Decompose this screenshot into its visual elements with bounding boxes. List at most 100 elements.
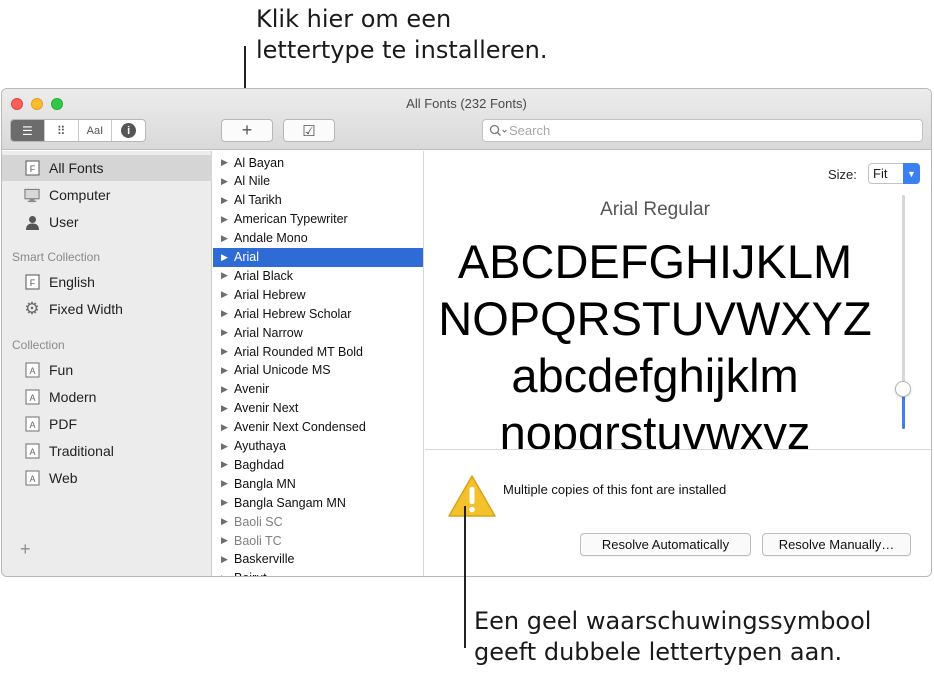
disclosure-triangle-icon[interactable]: ▶	[221, 384, 234, 395]
sample-line: ABCDEFGHIJKLM	[457, 235, 853, 288]
disclosure-triangle-icon[interactable]: ▶	[221, 346, 234, 357]
svg-text:A: A	[29, 447, 35, 457]
font-family-name: Bangla MN	[234, 476, 296, 491]
font-family-name: Al Tarikh	[234, 193, 282, 208]
svg-text:A: A	[29, 366, 35, 376]
font-family-name: Baghdad	[234, 457, 285, 472]
disclosure-triangle-icon[interactable]: ▶	[221, 214, 234, 225]
sidebar-item-computer[interactable]: Computer	[2, 182, 212, 208]
sidebar-item-user[interactable]: User	[2, 209, 212, 235]
font-family-row[interactable]: ▶ Arial Hebrew Scholar	[213, 304, 423, 323]
font-family-row[interactable]: ▶ Al Tarikh	[213, 191, 423, 210]
font-family-row[interactable]: ▶ Al Bayan	[213, 153, 423, 172]
font-family-name: Baoli SC	[234, 514, 283, 529]
disclosure-triangle-icon[interactable]: ▶	[221, 233, 234, 244]
disclosure-triangle-icon[interactable]: ▶	[221, 554, 234, 565]
sidebar-item-label: Web	[49, 470, 78, 486]
sidebar-item-fixed-width[interactable]: ⚙ Fixed Width	[2, 296, 212, 322]
resolve-manually-button[interactable]: Resolve Manually…	[762, 533, 911, 556]
size-slider[interactable]	[895, 195, 911, 429]
list-view-icon: ☰	[21, 123, 33, 138]
collection-header: Collection	[12, 338, 65, 352]
font-family-row[interactable]: ▶ Arial Rounded MT Bold	[213, 342, 423, 361]
list-view-button[interactable]: ☰	[11, 120, 45, 141]
search-field[interactable]	[482, 119, 923, 142]
font-family-row[interactable]: ▶ Arial Hebrew	[213, 285, 423, 304]
sidebar-item-all-fonts[interactable]: F All Fonts	[2, 155, 212, 181]
install-font-button[interactable]: +	[221, 119, 273, 142]
grid-view-icon: ⠿	[56, 123, 66, 138]
font-family-row[interactable]: ▶ Arial	[213, 247, 423, 267]
smart-collection-header: Smart Collection	[12, 250, 101, 264]
font-family-row[interactable]: ▶ Arial Unicode MS	[213, 361, 423, 380]
font-family-row[interactable]: ▶ Bangla Sangam MN	[213, 493, 423, 512]
sample-view-button[interactable]: AaI	[79, 120, 113, 141]
font-family-row[interactable]: ▶ Ayuthaya	[213, 437, 423, 456]
sidebar-item-label: Modern	[49, 389, 97, 405]
disclosure-triangle-icon[interactable]: ▶	[221, 459, 234, 470]
font-family-row[interactable]: ▶ Andale Mono	[213, 229, 423, 248]
font-family-row[interactable]: ▶Beirut	[213, 569, 423, 576]
sidebar-item-web[interactable]: A Web	[2, 465, 212, 491]
title-bar: All Fonts (232 Fonts) ☰ ⠿ AaI i + ☑	[2, 89, 931, 150]
font-family-name: Arial Hebrew	[234, 287, 306, 302]
sidebar-item-fun[interactable]: A Fun	[2, 357, 212, 383]
disclosure-triangle-icon[interactable]: ▶	[221, 365, 234, 376]
disclosure-triangle-icon[interactable]: ▶	[221, 573, 234, 576]
size-select[interactable]: Fit ▼	[868, 163, 920, 184]
font-family-row[interactable]: ▶ Al Nile	[213, 172, 423, 191]
font-family-row[interactable]: ▶ Baghdad	[213, 455, 423, 474]
disclosure-triangle-icon[interactable]: ▶	[221, 252, 234, 263]
disclosure-triangle-icon[interactable]: ▶	[221, 157, 234, 168]
add-collection-button[interactable]: +	[20, 539, 31, 560]
grid-view-button[interactable]: ⠿	[45, 120, 79, 141]
disclosure-triangle-icon[interactable]: ▶	[221, 497, 234, 508]
font-family-row[interactable]: ▶ Avenir	[213, 380, 423, 399]
disclosure-triangle-icon[interactable]: ▶	[221, 327, 234, 338]
disclosure-triangle-icon[interactable]: ▶	[221, 478, 234, 489]
font-family-row[interactable]: ▶ Baoli SC	[213, 512, 423, 531]
disclosure-triangle-icon[interactable]: ▶	[221, 422, 234, 433]
font-family-name: Avenir	[234, 382, 270, 397]
font-family-name: Avenir Next	[234, 401, 299, 416]
font-family-row[interactable]: ▶ Arial Narrow	[213, 323, 423, 342]
collection-icon: A	[24, 389, 40, 405]
info-view-button[interactable]: i	[112, 120, 145, 141]
warning-annotation-line-2: geeft dubbele lettertypen aan.	[474, 638, 843, 666]
font-family-row[interactable]: ▶ Baskerville	[213, 550, 423, 569]
chevron-down-icon: ▼	[903, 163, 920, 184]
sidebar-item-pdf[interactable]: A PDF	[2, 411, 212, 437]
disclosure-triangle-icon[interactable]: ▶	[221, 516, 234, 527]
info-view-icon-glyph: i	[127, 124, 131, 137]
warning-annotation-line-1: Een geel waarschuwingssymbool	[474, 607, 872, 635]
font-family-row[interactable]: ▶ Baoli TC	[213, 531, 423, 550]
size-slider-knob[interactable]	[895, 381, 911, 398]
font-family-row[interactable]: ▶ American Typewriter	[213, 210, 423, 229]
font-family-row[interactable]: ▶ Avenir Next	[213, 399, 423, 418]
view-mode-control: ☰ ⠿ AaI i	[10, 119, 146, 142]
sidebar-item-modern[interactable]: A Modern	[2, 384, 212, 410]
resolve-automatically-button[interactable]: Resolve Automatically	[580, 533, 751, 556]
font-family-name: Baoli TC	[234, 533, 282, 548]
disclosure-triangle-icon[interactable]: ▶	[221, 441, 234, 452]
disclosure-triangle-icon[interactable]: ▶	[221, 403, 234, 414]
font-family-row[interactable]: ▶ Avenir Next Condensed	[213, 418, 423, 437]
font-family-row[interactable]: ▶ Arial Black	[213, 266, 423, 285]
gear-icon: ⚙	[24, 299, 40, 318]
validate-font-button[interactable]: ☑	[283, 119, 335, 142]
sidebar-item-english[interactable]: F English	[2, 269, 212, 295]
search-input[interactable]	[509, 123, 889, 138]
svg-text:A: A	[29, 393, 35, 403]
font-family-row[interactable]: ▶ Bangla MN	[213, 474, 423, 493]
warning-annotation: Een geel waarschuwingssymbool geeft dubb…	[474, 606, 871, 668]
disclosure-triangle-icon[interactable]: ▶	[221, 289, 234, 300]
font-preview-pane: Size: Fit ▼ Arial Regular ABCDEFGHIJKLM …	[425, 151, 931, 449]
disclosure-triangle-icon[interactable]: ▶	[221, 195, 234, 206]
install-annotation-line-1: Klik hier om een	[256, 5, 452, 33]
font-family-name: Arial	[234, 250, 260, 264]
disclosure-triangle-icon[interactable]: ▶	[221, 308, 234, 319]
disclosure-triangle-icon[interactable]: ▶	[221, 535, 234, 546]
disclosure-triangle-icon[interactable]: ▶	[221, 176, 234, 187]
sidebar-item-traditional[interactable]: A Traditional	[2, 438, 212, 464]
disclosure-triangle-icon[interactable]: ▶	[221, 270, 234, 281]
